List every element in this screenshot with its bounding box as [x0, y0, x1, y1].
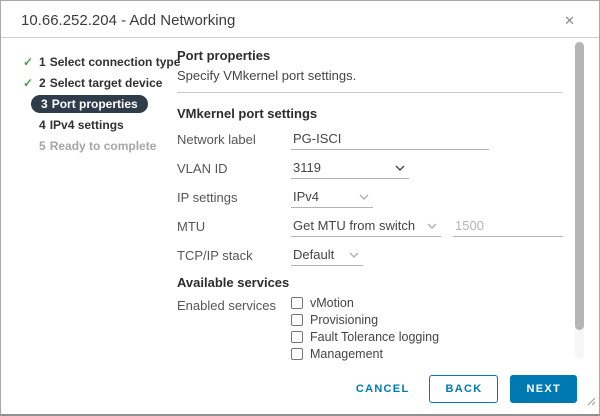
service-row-provisioning[interactable]: Provisioning — [291, 313, 451, 326]
checkbox-provisioning[interactable] — [291, 314, 303, 326]
ip-settings-label: IP settings — [177, 188, 291, 205]
ip-settings-row: IP settings IPv4 — [177, 188, 563, 208]
vertical-scrollbar-thumb[interactable] — [575, 42, 584, 330]
enabled-services-label: Enabled services — [177, 296, 291, 313]
port-properties-panel: Port properties Specify VMkernel port se… — [161, 38, 599, 364]
mtu-mode-select[interactable]: Get MTU from switch — [291, 217, 441, 237]
chevron-down-icon — [427, 223, 437, 229]
page-title: Port properties — [177, 48, 563, 63]
section-divider — [177, 92, 563, 93]
vlan-id-label: VLAN ID — [177, 159, 291, 176]
tcpip-stack-label: TCP/IP stack — [177, 246, 291, 263]
step-label: Ready to complete — [50, 139, 157, 153]
network-label-input[interactable] — [291, 130, 489, 150]
checkbox-management[interactable] — [291, 348, 303, 360]
service-row-vmotion[interactable]: vMotion — [291, 296, 451, 309]
step-ipv4-settings[interactable]: 4IPv4 settings — [23, 114, 161, 135]
checkbox-fault-tolerance-logging[interactable] — [291, 331, 303, 343]
mtu-label: MTU — [177, 217, 291, 234]
vlan-id-combobox[interactable]: 3119 — [291, 159, 409, 179]
step-select-connection-type[interactable]: ✓ 1Select connection type — [23, 51, 161, 72]
step-select-target-device[interactable]: ✓ 2Select target device — [23, 72, 161, 93]
vertical-scrollbar-track[interactable] — [575, 41, 584, 359]
tcpip-stack-row: TCP/IP stack Default — [177, 246, 563, 266]
checkbox-vmotion[interactable] — [291, 297, 303, 309]
check-icon: ✓ — [23, 76, 39, 90]
available-services-title: Available services — [177, 275, 563, 290]
network-label-label: Network label — [177, 130, 291, 147]
next-button[interactable]: NEXT — [510, 375, 577, 403]
mtu-size-input[interactable] — [453, 217, 563, 237]
back-button[interactable]: BACK — [429, 375, 498, 403]
services-list: vMotion Provisioning Fault Tolerance log… — [291, 296, 451, 364]
ip-settings-select[interactable]: IPv4 — [291, 188, 373, 208]
chevron-down-icon — [349, 252, 359, 258]
step-label: IPv4 settings — [50, 118, 124, 132]
mtu-row: MTU Get MTU from switch — [177, 217, 563, 237]
enabled-services-row: Enabled services vMotion Provisioning Fa… — [177, 296, 563, 364]
step-port-properties[interactable]: 3Port properties — [23, 93, 161, 114]
service-row-management[interactable]: Management — [291, 347, 451, 360]
dialog-titlebar: 10.66.252.204 - Add Networking ✕ — [1, 1, 599, 38]
step-ready-to-complete: 5Ready to complete — [23, 135, 161, 156]
service-row-fault-tolerance-logging[interactable]: Fault Tolerance logging — [291, 330, 451, 343]
chevron-down-icon — [395, 165, 405, 171]
cancel-button[interactable]: CANCEL — [348, 376, 418, 402]
dialog-body: ✓ 1Select connection type ✓ 2Select targ… — [1, 38, 599, 364]
close-icon[interactable]: ✕ — [560, 12, 579, 29]
step-label: Port properties — [52, 97, 138, 111]
step-label: Select target device — [50, 76, 163, 90]
wizard-steps-sidebar: ✓ 1Select connection type ✓ 2Select targ… — [1, 38, 161, 364]
tcpip-stack-select[interactable]: Default — [291, 246, 363, 266]
network-label-row: Network label — [177, 130, 563, 150]
page-subtitle: Specify VMkernel port settings. — [177, 68, 563, 83]
check-icon: ✓ — [23, 55, 39, 69]
dialog-footer: CANCEL BACK NEXT — [1, 364, 599, 414]
add-networking-dialog: 10.66.252.204 - Add Networking ✕ ✓ 1Sele… — [0, 0, 600, 416]
vlan-id-row: VLAN ID 3119 — [177, 159, 563, 179]
chevron-down-icon — [359, 194, 369, 200]
resize-handle-icon[interactable] — [587, 393, 596, 411]
dialog-title: 10.66.252.204 - Add Networking — [21, 12, 235, 29]
vmkernel-settings-title: VMkernel port settings — [177, 106, 563, 121]
